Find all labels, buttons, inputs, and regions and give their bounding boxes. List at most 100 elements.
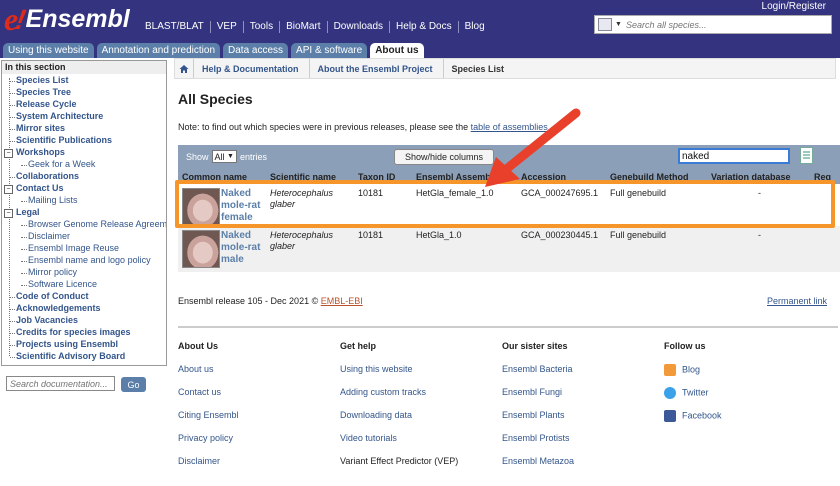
footer-follow-heading: Follow us: [664, 341, 706, 351]
export-spreadsheet-icon[interactable]: [800, 147, 813, 164]
sidebar-item-credits-for-species-images[interactable]: Credits for species images: [16, 327, 131, 337]
collapse-toggle-icon[interactable]: −: [4, 185, 13, 194]
footer-link-blog[interactable]: Blog: [664, 364, 722, 387]
sidebar-item-code-of-conduct[interactable]: Code of Conduct: [16, 291, 89, 301]
site-search-input[interactable]: [621, 19, 806, 30]
footer-link-video-tutorials[interactable]: Video tutorials: [340, 433, 458, 456]
ensembl-logo[interactable]: e ! Ensembl: [4, 3, 130, 35]
tree-branch: [21, 201, 27, 202]
sidebar-item-scientific-advisory-board[interactable]: Scientific Advisory Board: [16, 351, 125, 361]
common-name-link[interactable]: Naked mole-rat male: [221, 230, 267, 266]
left-navigation: In this section Species List Species Tree…: [1, 60, 167, 366]
sidebar-item-scientific-publications[interactable]: Scientific Publications: [16, 135, 112, 145]
leftnav-heading: In this section: [2, 61, 166, 74]
sidebar-item-job-vacancies[interactable]: Job Vacancies: [16, 315, 78, 325]
footer-link-bacteria[interactable]: Ensembl Bacteria: [502, 364, 574, 387]
home-icon[interactable]: [175, 59, 193, 78]
show-hide-columns-button[interactable]: Show/hide columns: [394, 149, 494, 165]
footer-link-using-website[interactable]: Using this website: [340, 364, 458, 387]
collapse-toggle-icon[interactable]: −: [4, 209, 13, 218]
chevron-down-icon: ▼: [227, 153, 234, 160]
footer-about: About Us About us Contact us Citing Ense…: [178, 341, 239, 479]
footer-link-about-us[interactable]: About us: [178, 364, 239, 387]
permanent-link[interactable]: Permanent link: [767, 296, 827, 306]
login-register-link[interactable]: Login/Register: [762, 1, 826, 12]
sidebar-item-release-cycle[interactable]: Release Cycle: [16, 99, 77, 109]
chevron-down-icon[interactable]: ▼: [615, 21, 622, 28]
topnav-tools[interactable]: Tools: [244, 21, 281, 33]
collapse-toggle-icon[interactable]: −: [4, 149, 13, 158]
sidebar-item-mirror-sites[interactable]: Mirror sites: [16, 123, 65, 133]
sidebar-item-ensembl-name-and-logo-policy[interactable]: Ensembl name and logo policy: [28, 255, 151, 265]
breadcrumb-about-project[interactable]: About the Ensembl Project: [308, 59, 443, 78]
footer-link-custom-tracks[interactable]: Adding custom tracks: [340, 387, 458, 410]
entries-label: entries: [239, 151, 267, 162]
sidebar-item-disclaimer[interactable]: Disclaimer: [28, 231, 70, 241]
tab-using-website[interactable]: Using this website: [3, 43, 94, 58]
tree-branch: [10, 117, 15, 118]
logo-wordmark: Ensembl: [25, 5, 130, 33]
sidebar-item-geek-for-a-week[interactable]: Geek for a Week: [28, 159, 95, 169]
footer-blog-label: Blog: [682, 364, 701, 375]
entries-select[interactable]: All ▼: [211, 150, 237, 163]
topnav-downloads[interactable]: Downloads: [328, 21, 391, 33]
footer-link-contact-us[interactable]: Contact us: [178, 387, 239, 410]
sidebar-item-mirror-policy[interactable]: Mirror policy: [28, 267, 77, 277]
sidebar-item-mailing-lists[interactable]: Mailing Lists: [28, 195, 78, 205]
sidebar-item-collaborations[interactable]: Collaborations: [16, 171, 79, 181]
footer-link-protists[interactable]: Ensembl Protists: [502, 433, 574, 456]
tab-data-access[interactable]: Data access: [223, 43, 289, 58]
accession: GCA_000230445.1: [521, 230, 599, 240]
tree-branch: [10, 93, 15, 94]
tab-api-software[interactable]: API & software: [291, 43, 368, 58]
sidebar-item-species-tree[interactable]: Species Tree: [16, 87, 71, 97]
tab-annotation-prediction[interactable]: Annotation and prediction: [96, 43, 221, 58]
tree-branch: [10, 357, 15, 358]
tree-branch: [10, 129, 15, 130]
tree-branch: [10, 345, 15, 346]
footer-link-fungi[interactable]: Ensembl Fungi: [502, 387, 574, 410]
footer-link-privacy[interactable]: Privacy policy: [178, 433, 239, 456]
sidebar-item-projects-using-ensembl[interactable]: Projects using Ensembl: [16, 339, 118, 349]
footer-link-plants[interactable]: Ensembl Plants: [502, 410, 574, 433]
footer-link-disclaimer[interactable]: Disclaimer: [178, 456, 239, 479]
go-button[interactable]: Go: [121, 377, 146, 392]
topnav-blog[interactable]: Blog: [459, 21, 491, 33]
twitter-icon: [664, 387, 676, 399]
sidebar-item-software-licence[interactable]: Software Licence: [28, 279, 97, 289]
topnav-blast[interactable]: BLAST/BLAT: [139, 21, 211, 33]
table-filter-input[interactable]: [678, 148, 790, 164]
sidebar-item-ensembl-image-reuse[interactable]: Ensembl Image Reuse: [28, 243, 119, 253]
footer-link-twitter[interactable]: Twitter: [664, 387, 722, 410]
topnav-help-docs[interactable]: Help & Docs: [390, 21, 459, 33]
sidebar-item-system-architecture[interactable]: System Architecture: [16, 111, 103, 121]
footer-link-downloading[interactable]: Downloading data: [340, 410, 458, 433]
footer-link-metazoa[interactable]: Ensembl Metazoa: [502, 456, 574, 479]
species-selector-icon[interactable]: [598, 18, 612, 31]
footer-follow: Follow us Blog Twitter Facebook: [664, 341, 722, 433]
entries-select-value: All: [214, 151, 225, 162]
tree-branch: [10, 333, 15, 334]
doc-search-input[interactable]: [6, 376, 115, 391]
topnav-biomart[interactable]: BioMart: [280, 21, 328, 33]
footer-link-facebook[interactable]: Facebook: [664, 410, 722, 433]
sidebar-item-contact-us[interactable]: Contact Us: [16, 183, 64, 193]
embl-ebi-link[interactable]: EMBL-EBI: [321, 296, 363, 306]
sidebar-item-browser-genome-release-agreement[interactable]: Browser Genome Release Agreement: [28, 219, 166, 229]
tree-branch: [21, 261, 27, 262]
species-image[interactable]: [182, 230, 220, 268]
sidebar-item-workshops[interactable]: Workshops: [16, 147, 65, 157]
breadcrumb-help-docs[interactable]: Help & Documentation: [193, 59, 309, 78]
sidebar-item-legal[interactable]: Legal: [16, 207, 40, 217]
tab-about-us[interactable]: About us: [370, 43, 424, 58]
topnav-vep[interactable]: VEP: [211, 21, 244, 33]
genebuild-method: Full genebuild: [610, 230, 667, 240]
sidebar-item-species-list[interactable]: Species List: [16, 75, 69, 85]
variation-database: -: [758, 230, 761, 240]
footer-link-citing[interactable]: Citing Ensembl: [178, 410, 239, 433]
footer-about-heading: About Us: [178, 341, 218, 351]
footer-link-vep[interactable]: Variant Effect Predictor (VEP): [340, 456, 458, 479]
sidebar-item-acknowledgements[interactable]: Acknowledgements: [16, 303, 101, 313]
tree-branch: [21, 225, 27, 226]
show-entries: Show All ▼ entries: [186, 150, 267, 163]
